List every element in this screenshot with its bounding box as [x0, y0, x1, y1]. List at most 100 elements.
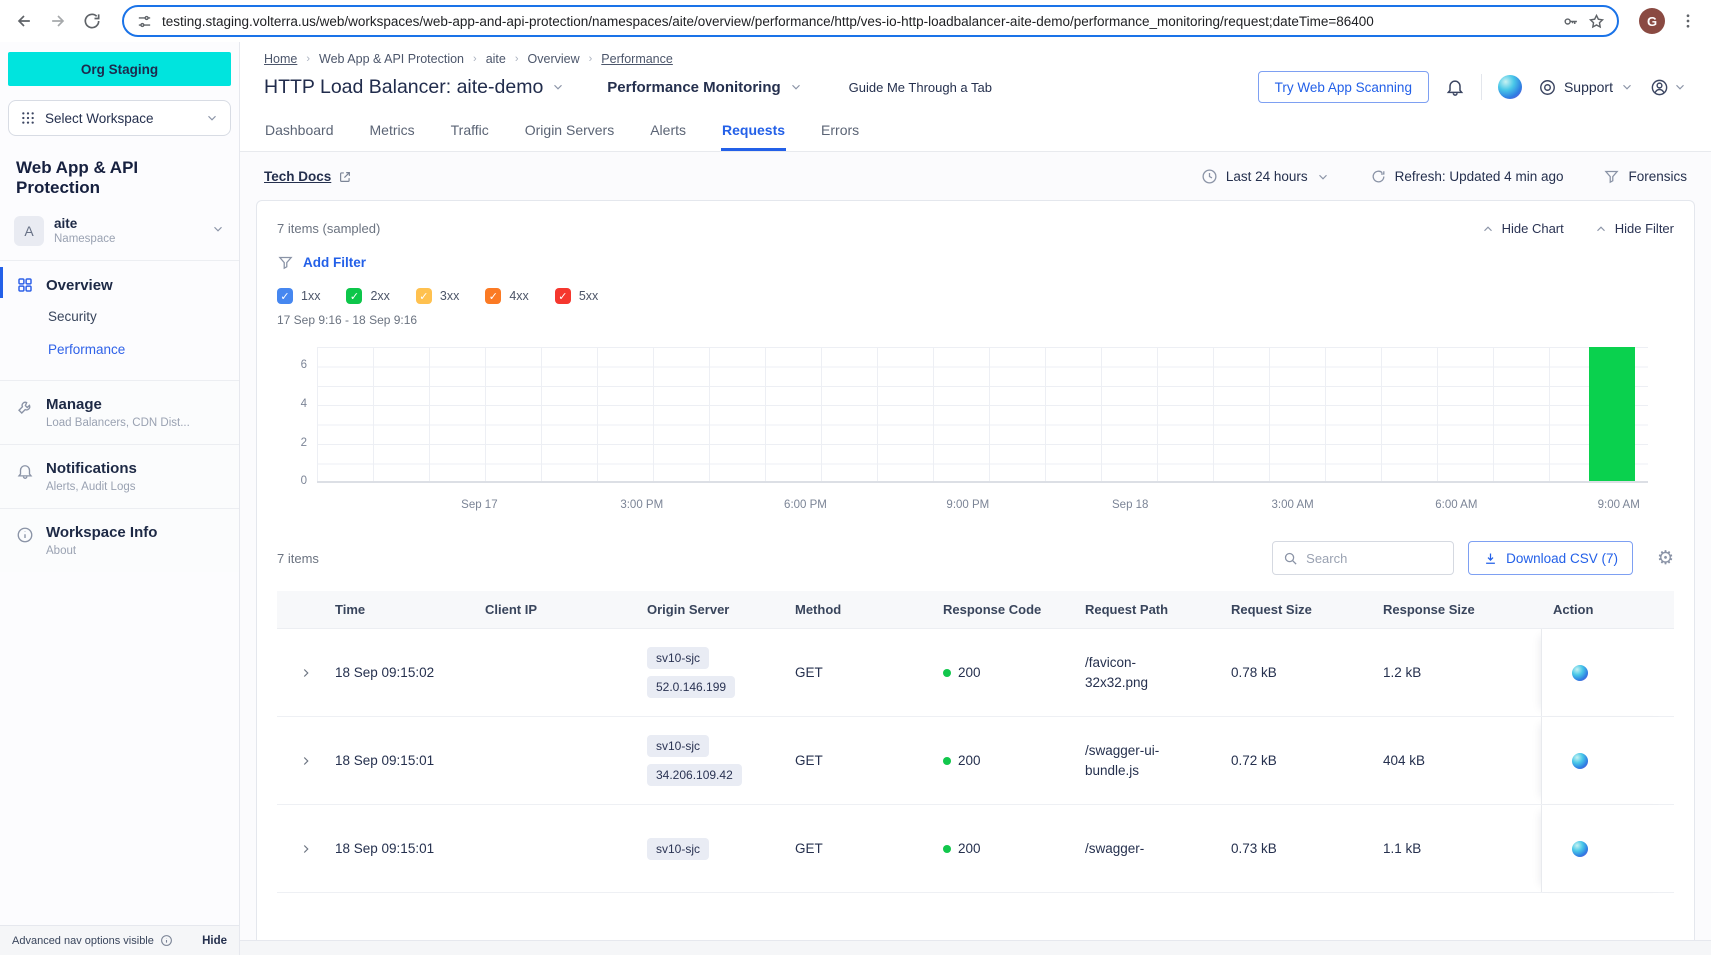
breadcrumb-waap[interactable]: Web App & API Protection [319, 52, 464, 66]
table-row[interactable]: 18 Sep 09:15:02 sv10-sjc 52.0.146.199 GE… [277, 629, 1674, 717]
notifications-bell-icon[interactable] [1445, 77, 1465, 97]
search-input[interactable] [1306, 551, 1443, 566]
hide-filter-toggle[interactable]: Hide Filter [1594, 221, 1674, 236]
hide-chart-toggle[interactable]: Hide Chart [1481, 221, 1564, 236]
x-axis-tick: 3:00 PM [620, 499, 663, 511]
info-icon [16, 526, 34, 544]
bookmark-star-icon[interactable] [1588, 13, 1605, 30]
download-csv-button[interactable]: Download CSV (7) [1468, 541, 1633, 575]
namespace-avatar: A [14, 216, 44, 246]
external-link-icon [338, 170, 352, 184]
table-row[interactable]: 18 Sep 09:15:01 sv10-sjc GET 200 /swagge… [277, 805, 1674, 893]
status-ok-dot [943, 845, 951, 853]
password-key-icon[interactable] [1562, 13, 1579, 30]
browser-chrome: testing.staging.volterra.us/web/workspac… [0, 0, 1711, 42]
sidebar-item-security[interactable]: Security [0, 300, 239, 333]
sidebar-item-manage[interactable]: Manage Load Balancers, CDN Dist... [0, 380, 239, 444]
forward-icon[interactable] [48, 11, 68, 31]
breadcrumb-overview[interactable]: Overview [528, 52, 580, 66]
row-expand-chevron-icon[interactable] [277, 754, 335, 768]
forensics-button[interactable]: Forensics [1603, 168, 1687, 185]
cell-origin-server: sv10-sjc 52.0.146.199 [647, 637, 795, 708]
guide-me-link[interactable]: Guide Me Through a Tab [849, 80, 992, 95]
cell-method: GET [795, 753, 943, 768]
chart-bar[interactable] [1589, 347, 1634, 481]
sidebar-item-overview[interactable]: Overview [0, 261, 239, 300]
lifebuoy-icon [1538, 78, 1557, 97]
x-axis-tick: 6:00 AM [1435, 499, 1477, 511]
refresh-button[interactable]: Refresh: Updated 4 min ago [1370, 168, 1564, 185]
origin-ip-tag: 34.206.109.42 [647, 764, 742, 786]
try-web-app-scanning-button[interactable]: Try Web App Scanning [1258, 71, 1429, 103]
tab-requests[interactable]: Requests [721, 118, 786, 151]
hide-nav-link[interactable]: Hide [202, 935, 227, 947]
chevron-down-icon[interactable] [551, 80, 565, 94]
add-filter-button[interactable]: Add Filter [277, 254, 1674, 271]
chevron-up-icon [1481, 222, 1495, 236]
chart-plot-area[interactable] [317, 347, 1648, 483]
breadcrumb-performance[interactable]: Performance [601, 52, 673, 66]
browser-profile-avatar[interactable]: G [1639, 8, 1665, 34]
product-sphere-avatar[interactable] [1498, 75, 1522, 99]
action-sphere-icon[interactable] [1572, 841, 1588, 857]
breadcrumb-home[interactable]: Home [264, 52, 297, 66]
filter-checkbox-1xx[interactable]: ✓ 1xx [277, 288, 320, 304]
sidebar-item-performance[interactable]: Performance [0, 333, 239, 366]
tech-docs-link[interactable]: Tech Docs [264, 169, 352, 184]
tab-origin-servers[interactable]: Origin Servers [524, 118, 615, 151]
sidebar-item-notifications[interactable]: Notifications Alerts, Audit Logs [0, 444, 239, 508]
action-sphere-icon[interactable] [1572, 665, 1588, 681]
row-expand-chevron-icon[interactable] [277, 666, 335, 680]
table-row[interactable]: 18 Sep 09:15:01 sv10-sjc 34.206.109.42 G… [277, 717, 1674, 805]
column-header-client-ip: Client IP [485, 602, 647, 617]
workspace-select[interactable]: Select Workspace [8, 100, 231, 136]
tab-dashboard[interactable]: Dashboard [264, 118, 335, 151]
hide-filter-label: Hide Filter [1615, 221, 1674, 236]
row-expand-chevron-icon[interactable] [277, 842, 335, 856]
user-account-menu[interactable] [1650, 78, 1687, 97]
browser-menu-icon[interactable] [1679, 12, 1697, 30]
filter-checkbox-5xx[interactable]: ✓ 5xx [555, 288, 598, 304]
cell-origin-server: sv10-sjc 34.206.109.42 [647, 725, 795, 796]
tab-alerts[interactable]: Alerts [649, 118, 687, 151]
column-header-response-size: Response Size [1383, 602, 1541, 617]
chevron-down-icon [205, 111, 219, 125]
back-icon[interactable] [14, 11, 34, 31]
time-range-select[interactable]: Last 24 hours [1201, 168, 1330, 185]
url-text[interactable]: testing.staging.volterra.us/web/workspac… [162, 14, 1553, 29]
cell-action [1541, 805, 1674, 892]
chart-time-range-label: 17 Sep 9:16 - 18 Sep 9:16 [277, 313, 1674, 327]
grid-dots-icon [20, 110, 36, 126]
sidebar-item-label: Overview [46, 277, 113, 294]
support-menu[interactable]: Support [1538, 78, 1634, 97]
response-code-value: 200 [958, 753, 981, 768]
download-icon [1483, 551, 1498, 566]
sidebar-group-title: Workspace Info [46, 524, 157, 541]
funnel-icon [1603, 168, 1620, 185]
sidebar-item-workspace-info[interactable]: Workspace Info About [0, 508, 239, 572]
org-staging-banner[interactable]: Org Staging [8, 52, 231, 86]
site-info-icon[interactable] [136, 13, 153, 30]
filter-checkbox-4xx[interactable]: ✓ 4xx [485, 288, 528, 304]
monitoring-view-select[interactable]: Performance Monitoring [607, 79, 802, 96]
namespace-selector[interactable]: A aite Namespace [0, 212, 239, 261]
action-sphere-icon[interactable] [1572, 753, 1588, 769]
bottom-strip [240, 940, 1711, 955]
namespace-type-label: Namespace [54, 233, 115, 245]
address-bar[interactable]: testing.staging.volterra.us/web/workspac… [122, 5, 1619, 37]
x-axis-tick: Sep 18 [1112, 499, 1148, 511]
column-header-time: Time [335, 602, 485, 617]
cell-method: GET [795, 841, 943, 856]
breadcrumb-namespace[interactable]: aite [486, 52, 506, 66]
tab-metrics[interactable]: Metrics [369, 118, 416, 151]
header-actions: Try Web App Scanning Support [1258, 71, 1687, 103]
tab-traffic[interactable]: Traffic [450, 118, 490, 151]
table-settings-gear-icon[interactable]: ⚙ [1657, 549, 1674, 568]
filter-checkbox-3xx[interactable]: ✓ 3xx [416, 288, 459, 304]
reload-icon[interactable] [82, 11, 102, 31]
workspace-title: Web App & API Protection [0, 136, 239, 212]
filter-checkbox-2xx[interactable]: ✓ 2xx [346, 288, 389, 304]
tab-errors[interactable]: Errors [820, 118, 860, 151]
cell-action [1541, 629, 1674, 716]
panel-top-actions: Hide Chart Hide Filter [1481, 221, 1674, 236]
